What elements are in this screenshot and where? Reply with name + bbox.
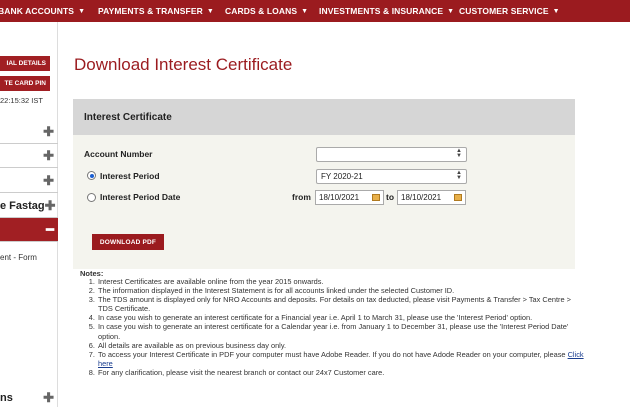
caret-down-icon: ▼ — [301, 7, 309, 15]
select-arrows-icon: ▲ ▼ — [456, 148, 462, 159]
plus-icon: ✚ — [44, 197, 56, 213]
plus-icon: ✚ — [43, 390, 54, 405]
sidebar-menu-row-bottom[interactable]: ns ✚ — [0, 386, 58, 410]
nav-cards-loans[interactable]: CARDS & LOANS ▼ — [225, 6, 308, 16]
to-date-input[interactable]: 18/10/2021 — [397, 190, 466, 205]
top-navigation: BANK ACCOUNTS ▼ PAYMENTS & TRANSFER ▼ CARD… — [0, 0, 630, 22]
interest-period-label: Interest Period — [100, 171, 160, 181]
caret-down-icon: ▼ — [78, 7, 86, 15]
calendar-icon[interactable] — [372, 194, 380, 201]
sidebar-personal-details-button[interactable]: IAL DETAILS — [0, 56, 50, 71]
note-item: To access your Interest Certificate in P… — [97, 350, 587, 368]
sidebar-menu-row-active[interactable]: ━ — [0, 218, 58, 242]
sidebar-card-pin-button[interactable]: TE CARD PIN — [0, 76, 50, 91]
interest-period-date-radio[interactable] — [87, 193, 96, 202]
note-item: In case you wish to generate an interest… — [97, 313, 587, 322]
form-header: Interest Certificate — [73, 99, 575, 135]
interest-period-date-label: Interest Period Date — [100, 192, 181, 202]
interest-period-select[interactable]: FY 2020-21 ▲ ▼ — [316, 169, 467, 184]
sidebar-menu-row[interactable]: ✚ — [0, 120, 58, 144]
account-number-select[interactable]: ▲ ▼ — [316, 147, 467, 162]
to-label: to — [386, 192, 395, 202]
interest-period-radio[interactable] — [87, 171, 96, 180]
select-arrows-icon: ▲ ▼ — [456, 170, 462, 181]
plus-icon: ✚ — [43, 123, 54, 139]
sidebar-sub-item[interactable]: ent - Form — [0, 253, 37, 262]
caret-down-icon: ▼ — [552, 7, 560, 15]
minus-icon: ━ — [46, 221, 54, 237]
nav-payments-transfer[interactable]: PAYMENTS & TRANSFER ▼ — [98, 6, 214, 16]
account-number-label: Account Number — [84, 149, 153, 159]
calendar-icon[interactable] — [454, 194, 462, 201]
caret-down-icon: ▼ — [447, 7, 455, 15]
sidebar-menu-row-fastag[interactable]: e Fastag ✚ — [0, 194, 58, 218]
nav-bank-accounts[interactable]: BANK ACCOUNTS ▼ — [0, 6, 85, 16]
plus-icon: ✚ — [43, 172, 54, 188]
session-time: 22:15:32 IST — [0, 96, 43, 105]
sidebar: IAL DETAILS TE CARD PIN 22:15:32 IST ✚ ✚… — [0, 22, 58, 407]
sidebar-menu-row[interactable]: ✚ — [0, 144, 58, 168]
note-item: Interest Certificates are available onli… — [97, 277, 587, 286]
note-item: All details are available as on previous… — [97, 341, 587, 350]
note-item: The information displayed in the Interes… — [97, 286, 587, 295]
sidebar-menu-row[interactable]: ✚ — [0, 169, 58, 193]
nav-customer-service[interactable]: CUSTOMER SERVICE ▼ — [459, 6, 560, 16]
from-date-input[interactable]: 18/10/2021 — [315, 190, 384, 205]
note-item: The TDS amount is displayed only for NRO… — [97, 295, 587, 313]
nav-investments-insurance[interactable]: INVESTMENTS & INSURANCE ▼ — [319, 6, 454, 16]
from-label: from — [292, 192, 311, 202]
plus-icon: ✚ — [43, 147, 54, 163]
notes-list: Interest Certificates are available onli… — [87, 277, 587, 377]
interest-certificate-form: Interest Certificate Account Number ▲ ▼ I… — [73, 99, 575, 269]
caret-down-icon: ▼ — [206, 7, 214, 15]
note-item: In case you wish to generate an interest… — [97, 322, 587, 340]
page-title: Download Interest Certificate — [74, 55, 293, 74]
download-pdf-button[interactable]: DOWNLOAD PDF — [92, 234, 164, 250]
note-item: For any clarification, please visit the … — [97, 368, 587, 377]
